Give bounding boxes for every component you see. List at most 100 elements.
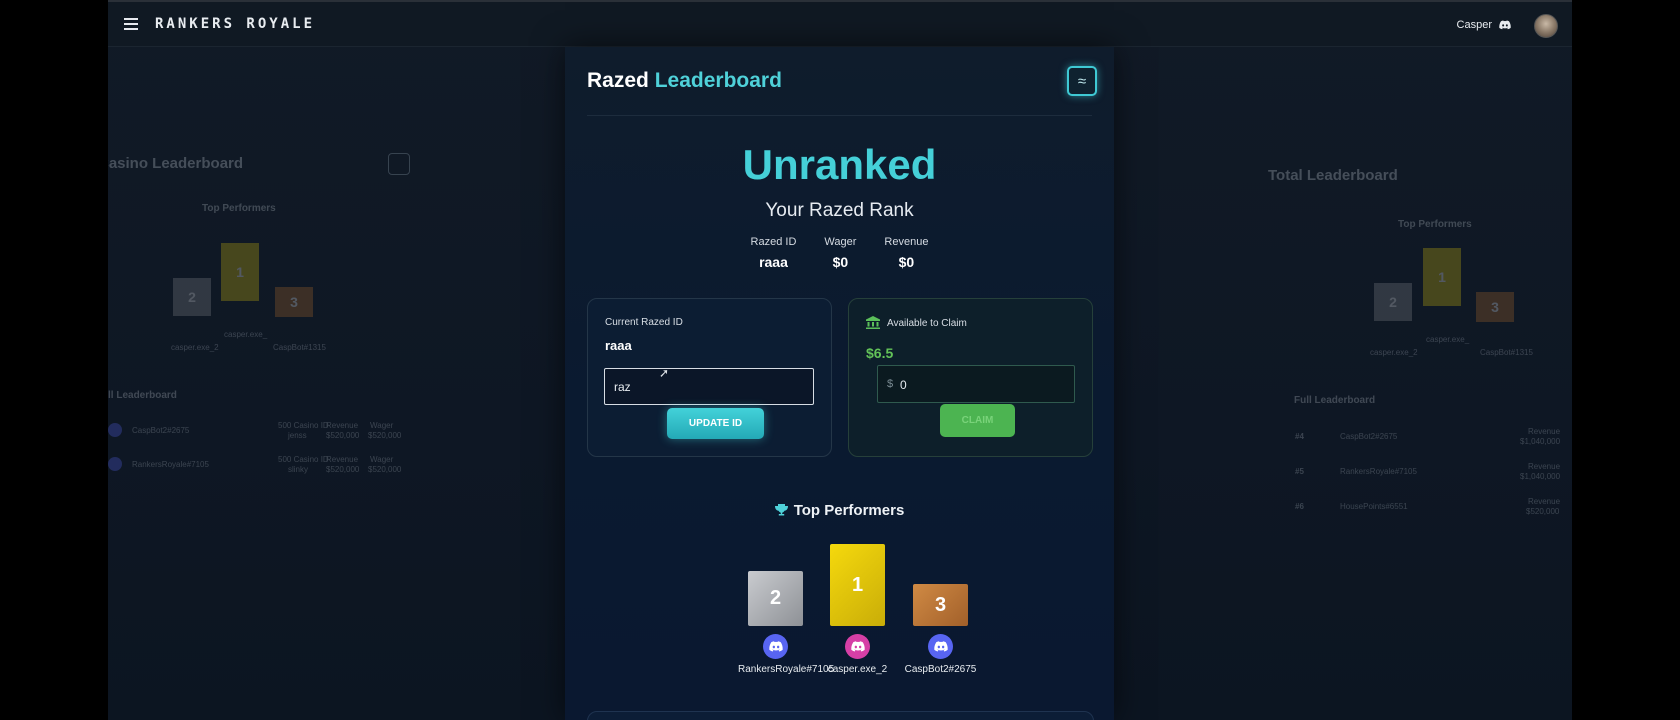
row-rev: $520,000 xyxy=(1526,507,1560,516)
trophy-icon xyxy=(774,504,788,516)
full-leaderboard-card xyxy=(587,711,1094,720)
podium-second[interactable]: 2 RankersRoyale#7105 xyxy=(738,571,835,675)
discord-icon xyxy=(1499,20,1511,30)
current-id-value: raaa xyxy=(605,338,632,353)
podium-name-2: RankersRoyale#7105 xyxy=(738,664,835,675)
wave-icon: ≈ xyxy=(1077,72,1087,90)
row-id-label: 500 Casino ID xyxy=(278,455,329,464)
podium-3-name: CaspBot#1315 xyxy=(1480,348,1533,357)
currency-symbol: $ xyxy=(887,378,894,390)
divider xyxy=(587,115,1092,116)
panel-title: Razed Leaderboard xyxy=(587,69,782,93)
hamburger-menu-icon[interactable] xyxy=(124,18,138,30)
top-performers-heading: Top Performers xyxy=(565,502,1114,519)
row-rev: $520,000 xyxy=(326,431,360,440)
podium-1-name: casper.exe_ xyxy=(224,330,268,339)
claim-amount: $6.5 xyxy=(866,345,894,361)
full-leaderboard-label: ll Leaderboard xyxy=(108,390,177,401)
rank-stats: Razed ID raaa Wager $0 Revenue $0 xyxy=(565,236,1114,270)
row-rev-label: Revenue xyxy=(1528,462,1561,471)
brand-title[interactable]: RANKERS ROYALE xyxy=(155,16,315,32)
row-name: CaspBot2#2675 xyxy=(1340,432,1398,441)
total-leaderboard-panel: Total Leaderboard Top Performers 2 1 3 c… xyxy=(1258,150,1572,530)
podium-first[interactable]: 1 casper.exe_2 xyxy=(820,544,895,675)
avatar[interactable] xyxy=(1534,14,1558,38)
current-id-label: Current Razed ID xyxy=(605,317,683,328)
row-rank: #6 xyxy=(1295,502,1304,511)
app-window: RANKERS ROYALE Casper Casino Leaderboard… xyxy=(108,0,1572,720)
podium-third[interactable]: 3 CaspBot2#2675 xyxy=(903,584,978,675)
row-rev-label: Revenue xyxy=(1528,427,1561,436)
row-rev-label: Revenue xyxy=(326,455,359,464)
podium-2: 2 xyxy=(173,278,211,316)
razed-leaderboard-panel: Razed Leaderboard ≈ Unranked Your Razed … xyxy=(565,47,1114,720)
title-accent: Leaderboard xyxy=(654,69,782,92)
casino-leaderboard-panel: Casino Leaderboard Top Performers 2 1 3 … xyxy=(108,145,418,475)
podium-1: 1 xyxy=(1423,248,1461,306)
stat-revenue: Revenue $0 xyxy=(884,236,928,270)
stat-label: Wager xyxy=(824,236,857,248)
row-rev: $1,040,000 xyxy=(1520,437,1561,446)
row-rank: #5 xyxy=(1295,467,1304,476)
top-performers-label: Top Performers xyxy=(793,502,905,519)
row-rev: $520,000 xyxy=(326,465,360,474)
claim-card: Available to Claim $6.5 $ CLAIM xyxy=(848,298,1093,457)
top-performers-label: Top Performers xyxy=(1398,219,1472,230)
podium-2: 2 xyxy=(1374,283,1412,321)
user-name[interactable]: Casper xyxy=(1457,19,1492,31)
claim-button[interactable]: CLAIM xyxy=(940,404,1015,437)
wave-toggle-button[interactable]: ≈ xyxy=(1067,66,1097,96)
claim-amount-input[interactable] xyxy=(898,366,1072,404)
rank-status: Unranked xyxy=(742,141,937,188)
row-wag-label: Wager xyxy=(370,421,394,430)
discord-icon xyxy=(108,457,122,471)
row-id-label: 500 Casino ID xyxy=(278,421,329,430)
full-leaderboard-label: Full Leaderboard xyxy=(1294,395,1376,406)
bank-icon xyxy=(866,316,880,329)
title-prefix: Razed xyxy=(587,69,649,92)
top-bar: RANKERS ROYALE Casper xyxy=(108,0,1572,47)
stat-value: $0 xyxy=(898,254,915,270)
stat-label: Revenue xyxy=(884,236,929,248)
row-id: jenss xyxy=(288,431,307,440)
panel-toggle-icon[interactable] xyxy=(388,153,410,175)
row-name: RankersRoyale#7105 xyxy=(132,460,209,469)
podium-1-name: casper.exe_ xyxy=(1426,335,1470,344)
stat-wager: Wager $0 xyxy=(824,236,856,270)
stat-value: $0 xyxy=(832,254,849,270)
row-id: slinky xyxy=(288,465,309,474)
claim-amount-field: $ xyxy=(877,365,1075,404)
discord-icon xyxy=(928,634,953,659)
razed-id-input[interactable] xyxy=(604,368,814,405)
podium-1: 1 xyxy=(221,243,259,301)
podium-3-name: CaspBot#1315 xyxy=(273,343,326,352)
row-name: RankersRoyale#7105 xyxy=(1340,467,1417,476)
row-wag: $520,000 xyxy=(368,465,402,474)
row-rev-label: Revenue xyxy=(326,421,359,430)
update-id-button[interactable]: UPDATE ID xyxy=(667,408,764,439)
podium-block-1: 1 xyxy=(830,544,885,626)
podium-block-3: 3 xyxy=(913,584,968,626)
podium-name-3: CaspBot2#2675 xyxy=(904,664,977,675)
stat-value: raaa xyxy=(759,254,788,270)
discord-icon xyxy=(763,634,788,659)
stat-label: Razed ID xyxy=(750,236,797,248)
row-name: CaspBot2#2675 xyxy=(132,426,190,435)
podium-name-1: casper.exe_2 xyxy=(827,664,888,675)
available-to-claim-label: Available to Claim xyxy=(887,318,967,329)
podium-3: 3 xyxy=(275,287,313,317)
discord-icon xyxy=(108,423,122,437)
row-name: HousePoints#6551 xyxy=(1340,502,1408,511)
row-rev: $1,040,000 xyxy=(1520,472,1561,481)
podium-3: 3 xyxy=(1476,292,1514,322)
casino-leaderboard-title: Casino Leaderboard xyxy=(108,155,244,172)
row-wag: $520,000 xyxy=(368,431,402,440)
rank-subtitle: Your Razed Rank xyxy=(765,200,914,221)
stat-razed-id: Razed ID raaa xyxy=(751,236,797,270)
mouse-cursor-icon: ➚ xyxy=(659,366,670,380)
top-performers-label: Top Performers xyxy=(202,203,276,214)
discord-icon xyxy=(845,634,870,659)
total-leaderboard-title: Total Leaderboard xyxy=(1268,167,1398,184)
row-rev-label: Revenue xyxy=(1528,497,1561,506)
razed-id-card: Current Razed ID raaa ➚ UPDATE ID xyxy=(587,298,832,457)
